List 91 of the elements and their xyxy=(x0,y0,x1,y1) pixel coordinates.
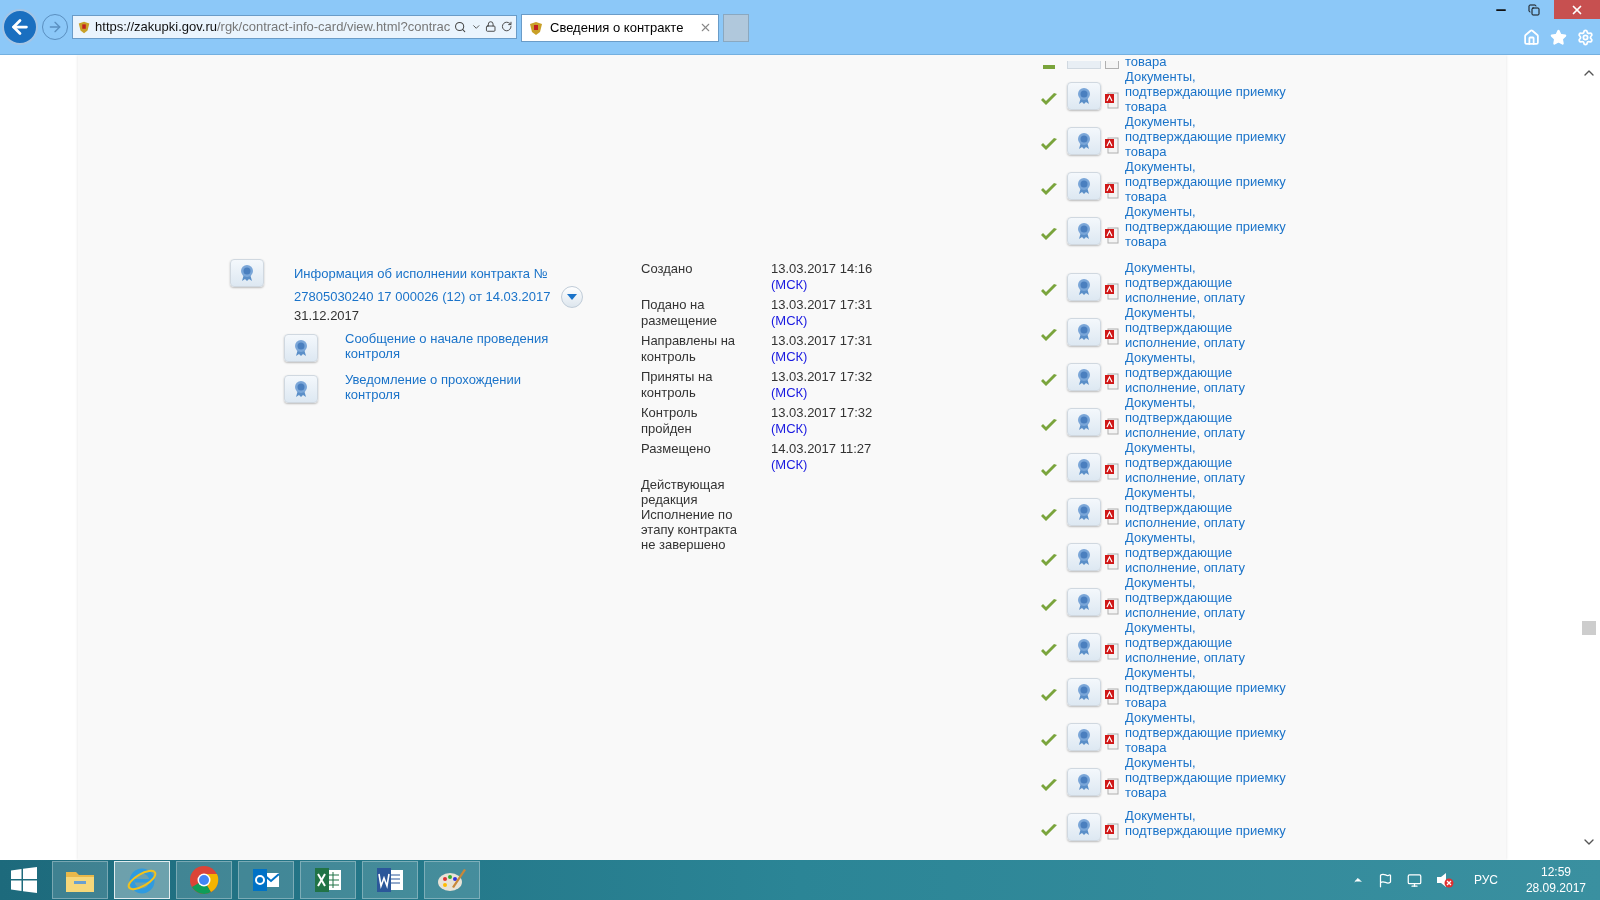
taskbar-button[interactable] xyxy=(176,861,232,899)
timezone-label: (МСК) xyxy=(771,313,808,329)
taskbar-button[interactable] xyxy=(424,861,480,899)
close-icon[interactable] xyxy=(699,21,712,34)
pdf-icon xyxy=(1105,281,1119,300)
document-link[interactable]: Документы, подтверждающие исполнение, оплату xyxy=(1125,575,1287,620)
timezone-label: (МСК) xyxy=(771,277,808,293)
taskbar-button[interactable] xyxy=(52,861,108,899)
browser-tab[interactable]: Сведения о контракте xyxy=(521,13,719,42)
refresh-icon[interactable] xyxy=(500,20,512,33)
event-label: Направлены на контроль xyxy=(641,333,737,365)
event-date: 13.03.2017 17:31 xyxy=(771,333,874,349)
document-link[interactable]: Документы, подтверждающие приемку товара xyxy=(1125,755,1287,800)
pdf-icon xyxy=(1105,90,1119,109)
lock-icon xyxy=(485,20,497,33)
document-link[interactable]: Документы, подтверждающие исполнение, оплату xyxy=(1125,530,1287,575)
document-link[interactable]: Документы, подтверждающие исполнение, оплату xyxy=(1125,260,1287,305)
pdf-icon xyxy=(1105,596,1119,615)
subdocument-link[interactable]: Уведомление о прохождении контроля xyxy=(345,372,555,402)
document-link[interactable]: Документы, подтверждающие приемку товара xyxy=(1125,204,1287,249)
pdf-icon xyxy=(1105,506,1119,525)
timezone-label: (МСК) xyxy=(771,421,808,437)
status-text: Исполнение по этапу контракта не завершено xyxy=(641,507,739,552)
taskbar-button[interactable] xyxy=(300,861,356,899)
document-link[interactable]: Документы, подтверждающие исполнение, оплату xyxy=(1125,305,1287,350)
search-icon[interactable] xyxy=(454,19,467,34)
flag-icon[interactable] xyxy=(1377,872,1393,888)
subdocument-link[interactable]: Сообщение о начале проведения контроля xyxy=(345,331,555,361)
document-link[interactable]: Документы, подтверждающие приемку xyxy=(1125,807,1287,838)
document-app-icon xyxy=(375,866,405,894)
event-label: Контроль пройден xyxy=(641,405,699,437)
expand-button[interactable] xyxy=(560,286,583,308)
event-date: 13.03.2017 17:32 xyxy=(771,405,874,421)
document-link[interactable]: Документы, подтверждающие исполнение, оплату xyxy=(1125,485,1287,530)
back-button[interactable] xyxy=(2,8,38,45)
muted-speaker-icon[interactable] xyxy=(1435,872,1454,888)
tab-title: Сведения о контракте xyxy=(550,18,685,37)
address-bar[interactable]: https://zakupki.gov.ru/rgk/contract-info-card/view.html?contrac xyxy=(72,14,517,39)
contract-link[interactable]: Информация об исполнении контракта № xyxy=(294,259,609,286)
pdf-icon xyxy=(1105,326,1119,345)
contract-date: 31.12.2017 xyxy=(294,308,361,323)
scroll-thumb[interactable] xyxy=(1582,621,1596,635)
document-link[interactable]: Документы, подтверждающие исполнение, оплату xyxy=(1125,620,1287,665)
pdf-icon xyxy=(1105,461,1119,480)
pdf-icon xyxy=(1105,180,1119,199)
document-link[interactable]: Документы, подтверждающие приемку товара xyxy=(1125,159,1287,204)
document-link[interactable]: Документы, подтверждающие исполнение, оплату xyxy=(1125,395,1287,440)
event-label: Приняты на контроль xyxy=(641,369,714,401)
event-label: Подано на размещение xyxy=(641,297,718,329)
caret-icon xyxy=(566,294,577,300)
network-icon[interactable] xyxy=(1406,872,1422,888)
document-link[interactable]: Документы, подтверждающие приемку товара xyxy=(1125,665,1287,710)
event-date: 14.03.2017 11:27 xyxy=(771,441,873,457)
windows-logo-icon[interactable] xyxy=(11,867,37,893)
document-link[interactable]: Документы, подтверждающие приемку товара xyxy=(1125,114,1287,159)
contract-link[interactable]: 27805030240 17 000026 (12) от 14.03.2017 xyxy=(294,287,551,307)
emblem-icon xyxy=(528,19,544,36)
timezone-label: (МСК) xyxy=(771,349,808,365)
pdf-icon xyxy=(1105,731,1119,750)
timezone-label: (МСК) xyxy=(771,385,808,401)
timezone-label: (МСК) xyxy=(771,457,808,473)
language-indicator[interactable]: РУС xyxy=(1473,871,1498,889)
pdf-icon xyxy=(1105,135,1119,154)
pdf-icon xyxy=(1105,686,1119,705)
pdf-icon xyxy=(1105,821,1119,840)
document-link[interactable]: товара xyxy=(1125,55,1167,69)
taskbar-button[interactable] xyxy=(238,861,294,899)
document-link[interactable]: Документы, подтверждающие исполнение, оплату xyxy=(1125,440,1287,485)
clock[interactable]: 12:59 28.09.2017 xyxy=(1525,864,1586,896)
chrome-icon xyxy=(189,865,219,895)
document-link[interactable]: Документы, подтверждающие исполнение, оплату xyxy=(1125,350,1287,395)
document-link[interactable]: Документы, подтверждающие приемку товара xyxy=(1125,69,1287,114)
mail-app-icon xyxy=(251,866,281,894)
pdf-icon xyxy=(1105,776,1119,795)
pdf-icon xyxy=(1105,225,1119,244)
pdf-icon xyxy=(1105,551,1119,570)
event-date: 13.03.2017 17:31 xyxy=(771,297,874,313)
event-date: 13.03.2017 14:16 xyxy=(771,261,874,277)
document-link[interactable]: Документы, подтверждающие приемку товара xyxy=(1125,710,1287,755)
window-close-button[interactable] xyxy=(1554,0,1600,19)
pdf-icon xyxy=(1105,641,1119,660)
pdf-icon xyxy=(1105,416,1119,435)
pdf-icon xyxy=(1105,371,1119,390)
event-label: Создано xyxy=(641,261,694,278)
restore-icon[interactable] xyxy=(1528,3,1540,16)
status-text: Действующая редакция xyxy=(641,477,726,507)
taskbar-button[interactable] xyxy=(362,861,418,899)
spreadsheet-app-icon xyxy=(313,866,343,894)
url-text: https://zakupki.gov.ru/rgk/contract-info-card/view.html?contrac xyxy=(95,17,451,36)
event-date: 13.03.2017 17:32 xyxy=(771,369,874,385)
event-label: Размещено xyxy=(641,441,712,458)
